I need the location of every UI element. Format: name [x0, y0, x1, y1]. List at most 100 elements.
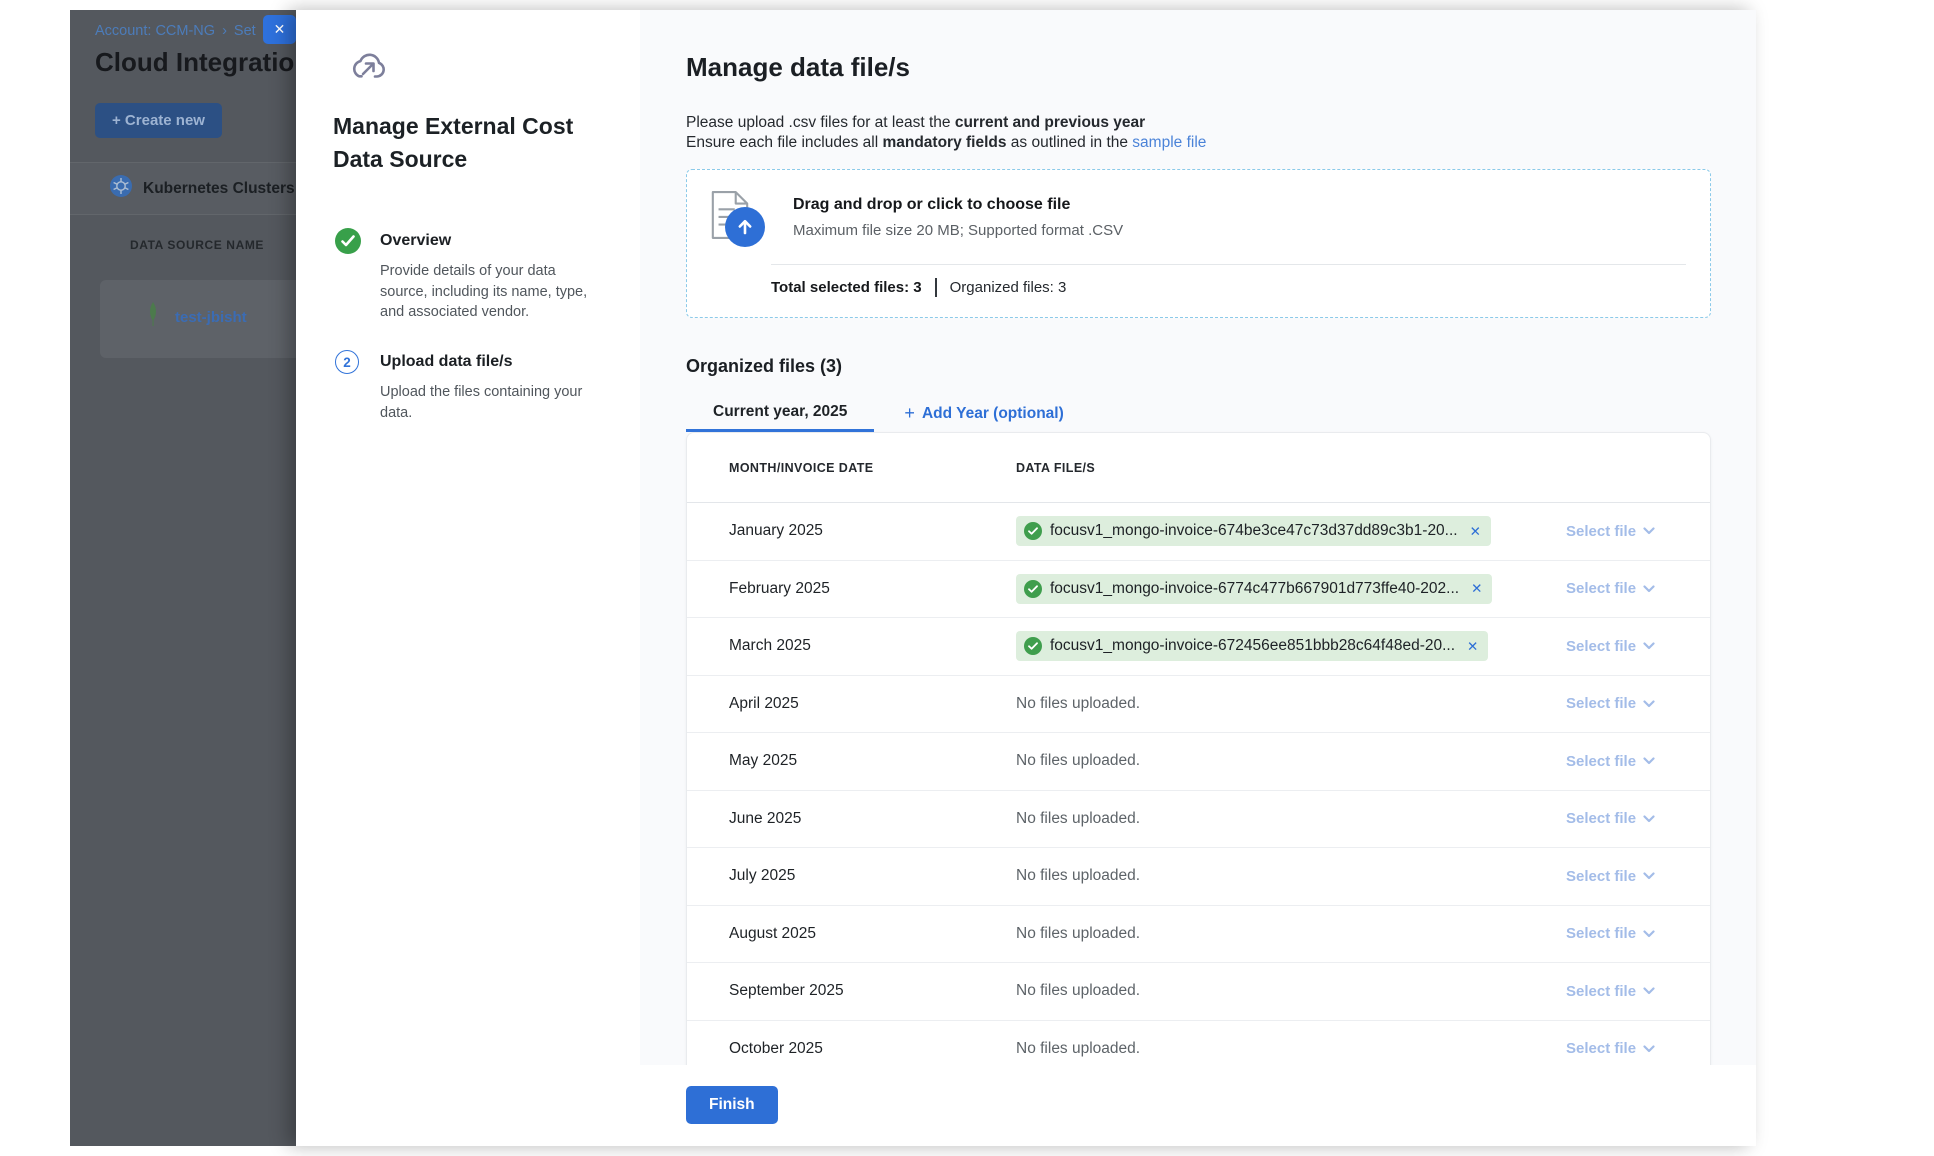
- file-dropzone[interactable]: Drag and drop or click to choose file Ma…: [686, 169, 1711, 318]
- data-source-row[interactable]: test-jbisht: [100, 280, 296, 358]
- step-overview-description: Provide details of your data source, inc…: [380, 261, 598, 323]
- data-file-cell: No files uploaded.: [1016, 810, 1566, 828]
- data-file-cell: No files uploaded.: [1016, 1040, 1566, 1058]
- chevron-down-icon: [1643, 585, 1655, 593]
- select-file-label: Select file: [1566, 810, 1636, 827]
- month-cell: July 2025: [729, 867, 1016, 885]
- file-chip: focusv1_mongo-invoice-674be3ce47c73d37dd…: [1016, 516, 1491, 546]
- dropzone-subtitle: Maximum file size 20 MB; Supported forma…: [793, 222, 1123, 239]
- table-row: February 2025 focusv1_mongo-invoice-6774…: [687, 561, 1710, 619]
- month-cell: August 2025: [729, 925, 1016, 943]
- select-file-cell: Select file: [1566, 638, 1686, 655]
- wizard-title: Manage External Cost Data Source: [333, 110, 598, 176]
- monthly-files-table: MONTH/INVOICE DATE DATA FILE/S January 2…: [686, 432, 1711, 1065]
- remove-file-icon[interactable]: ✕: [1467, 640, 1478, 654]
- select-file-dropdown[interactable]: Select file: [1566, 580, 1655, 597]
- empty-cell-text: No files uploaded.: [1016, 695, 1140, 712]
- select-file-dropdown[interactable]: Select file: [1566, 868, 1655, 885]
- instruction-line-1: Please upload .csv files for at least th…: [686, 113, 1710, 133]
- breadcrumb-account[interactable]: Account: CCM-NG: [95, 23, 215, 39]
- plus-icon: +: [904, 403, 915, 424]
- dimmed-background-page: Account: CCM-NG › Set Cloud Integration …: [70, 10, 296, 1146]
- finish-button[interactable]: Finish: [686, 1086, 778, 1124]
- mongodb-leaf-icon: [146, 302, 160, 333]
- select-file-label: Select file: [1566, 580, 1636, 597]
- tab-add-year[interactable]: + Add Year (optional): [904, 403, 1063, 424]
- table-row: April 2025 No files uploaded. Select fil…: [687, 676, 1710, 734]
- create-new-button[interactable]: + Create new: [95, 103, 222, 138]
- table-row: August 2025 No files uploaded. Select fi…: [687, 906, 1710, 964]
- chevron-down-icon: [1643, 642, 1655, 650]
- remove-file-icon[interactable]: ✕: [1470, 525, 1481, 539]
- upload-arrow-icon: [725, 207, 765, 247]
- file-chip-label: focusv1_mongo-invoice-674be3ce47c73d37dd…: [1050, 522, 1458, 540]
- page-title: Cloud Integration: [95, 47, 296, 78]
- step-upload-label[interactable]: Upload data file/s: [380, 353, 512, 371]
- step-overview-label[interactable]: Overview: [380, 232, 451, 250]
- table-row: May 2025 No files uploaded. Select file: [687, 733, 1710, 791]
- data-file-cell: focusv1_mongo-invoice-6774c477b667901d77…: [1016, 574, 1566, 604]
- select-file-dropdown[interactable]: Select file: [1566, 983, 1655, 1000]
- select-file-dropdown[interactable]: Select file: [1566, 925, 1655, 942]
- chevron-down-icon: [1643, 987, 1655, 995]
- manage-data-source-drawer: Manage External Cost Data Source Overvie…: [296, 10, 1756, 1146]
- chevron-down-icon: [1643, 872, 1655, 880]
- upload-step-content: Manage data file/s Please upload .csv fi…: [640, 10, 1756, 1065]
- total-selected-files: Total selected files: 3: [771, 279, 922, 296]
- select-file-cell: Select file: [1566, 753, 1686, 770]
- dropzone-totals: Total selected files: 3 Organized files:…: [687, 278, 1710, 297]
- upload-instructions: Please upload .csv files for at least th…: [686, 113, 1710, 153]
- remove-file-icon[interactable]: ✕: [1471, 582, 1482, 596]
- empty-cell-text: No files uploaded.: [1016, 810, 1140, 827]
- organized-files-value: 3: [1058, 279, 1066, 296]
- total-selected-value: 3: [913, 279, 921, 296]
- instruction-2-text: Ensure each file includes all: [686, 134, 882, 151]
- wizard-side-panel: Manage External Cost Data Source Overvie…: [296, 10, 640, 1146]
- sample-file-link[interactable]: sample file: [1132, 134, 1206, 151]
- table-row: January 2025 focusv1_mongo-invoice-674be…: [687, 503, 1710, 561]
- empty-cell-text: No files uploaded.: [1016, 1040, 1140, 1057]
- empty-cell-text: No files uploaded.: [1016, 752, 1140, 769]
- drawer-footer: Finish: [640, 1065, 1756, 1146]
- select-file-cell: Select file: [1566, 868, 1686, 885]
- tab-current-year[interactable]: Current year, 2025: [686, 395, 874, 432]
- select-file-dropdown[interactable]: Select file: [1566, 523, 1655, 540]
- data-file-cell: focusv1_mongo-invoice-674be3ce47c73d37dd…: [1016, 516, 1566, 546]
- select-file-label: Select file: [1566, 983, 1636, 1000]
- tab-add-year-label: Add Year (optional): [922, 405, 1064, 423]
- data-source-name-link[interactable]: test-jbisht: [175, 309, 247, 326]
- kubernetes-icon: [110, 175, 132, 202]
- select-file-dropdown[interactable]: Select file: [1566, 753, 1655, 770]
- select-file-dropdown[interactable]: Select file: [1566, 810, 1655, 827]
- column-header-month: MONTH/INVOICE DATE: [729, 461, 1016, 475]
- month-cell: April 2025: [729, 695, 1016, 713]
- close-icon[interactable]: ✕: [263, 15, 296, 44]
- file-uploaded-check-icon: [1024, 580, 1042, 598]
- step-upload-description: Upload the files containing your data.: [380, 382, 598, 423]
- select-file-label: Select file: [1566, 925, 1636, 942]
- dropzone-text: Drag and drop or click to choose file Ma…: [793, 190, 1123, 248]
- data-file-cell: No files uploaded.: [1016, 695, 1566, 713]
- tab-kubernetes-clusters[interactable]: Kubernetes Clusters: [70, 163, 296, 215]
- column-header-data-files: DATA FILE/S: [1016, 461, 1566, 475]
- data-file-cell: No files uploaded.: [1016, 867, 1566, 885]
- empty-cell-text: No files uploaded.: [1016, 925, 1140, 942]
- content-title: Manage data file/s: [686, 52, 1710, 83]
- breadcrumb-next[interactable]: Set: [234, 23, 256, 39]
- select-file-dropdown[interactable]: Select file: [1566, 695, 1655, 712]
- breadcrumb-separator-icon: ›: [222, 23, 227, 39]
- month-cell: March 2025: [729, 637, 1016, 655]
- dropzone-divider: [771, 264, 1686, 265]
- select-file-dropdown[interactable]: Select file: [1566, 638, 1655, 655]
- tab-kubernetes-clusters-label: Kubernetes Clusters: [143, 180, 295, 198]
- chevron-down-icon: [1643, 700, 1655, 708]
- select-file-dropdown[interactable]: Select file: [1566, 1040, 1655, 1057]
- instruction-1-text: Please upload .csv files for at least th…: [686, 114, 955, 131]
- table-row: July 2025 No files uploaded. Select file: [687, 848, 1710, 906]
- select-file-cell: Select file: [1566, 810, 1686, 827]
- select-file-cell: Select file: [1566, 695, 1686, 712]
- file-uploaded-check-icon: [1024, 522, 1042, 540]
- file-chip-label: focusv1_mongo-invoice-6774c477b667901d77…: [1050, 580, 1459, 598]
- step-complete-check-icon: [335, 228, 361, 254]
- table-row: September 2025 No files uploaded. Select…: [687, 963, 1710, 1021]
